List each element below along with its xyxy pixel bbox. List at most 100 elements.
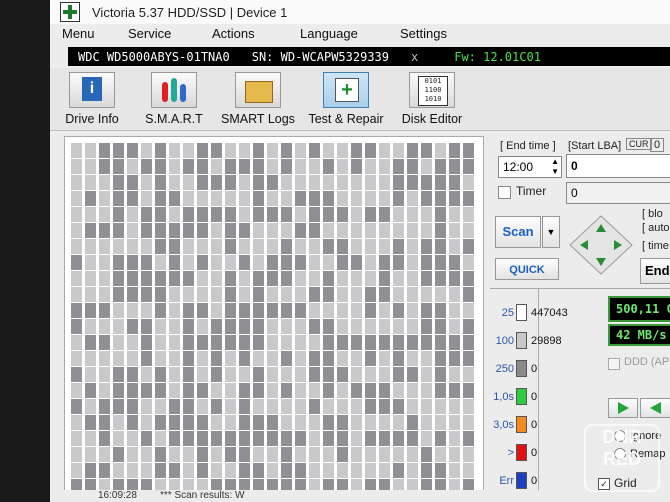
scan-button[interactable]: Scan <box>495 216 541 248</box>
scan-cell <box>113 351 124 366</box>
scan-cell <box>127 255 138 270</box>
scan-cell <box>267 239 278 254</box>
scan-cell <box>309 351 320 366</box>
legend-count: 29898 <box>531 334 562 347</box>
scan-dropdown[interactable]: ▼ <box>542 216 560 248</box>
scan-cell <box>351 383 362 398</box>
legend-swatch <box>516 444 527 461</box>
scan-cell <box>407 159 418 174</box>
scan-cell <box>323 415 334 430</box>
scan-cell <box>183 431 194 446</box>
scan-cell <box>127 431 138 446</box>
scan-cell <box>211 319 222 334</box>
scan-cell <box>113 271 124 286</box>
scan-cell <box>253 383 264 398</box>
smart-button[interactable]: S.M.A.R.T <box>142 72 206 126</box>
end-time-input[interactable]: 12:00 ▲ ▼ <box>498 156 562 178</box>
scan-cell <box>267 223 278 238</box>
scan-cell <box>421 367 432 382</box>
device-bar[interactable]: WDC WD5000ABYS-01TNA0 SN: WD-WCAPW532933… <box>68 47 670 66</box>
scan-cell <box>449 303 460 318</box>
quick-button[interactable]: QUICK <box>495 258 559 280</box>
scan-cell <box>351 367 362 382</box>
start-lba-input[interactable]: 0 <box>566 154 670 178</box>
scan-cell <box>113 175 124 190</box>
ddd-checkbox[interactable] <box>608 358 620 370</box>
timer-input[interactable]: 0 <box>566 182 670 204</box>
scan-cell <box>85 431 96 446</box>
scan-cell <box>225 415 236 430</box>
scan-cell <box>463 159 474 174</box>
scan-cell <box>407 255 418 270</box>
scan-cell <box>281 447 292 462</box>
scan-cell <box>449 207 460 222</box>
scan-cell <box>85 191 96 206</box>
scan-cell <box>211 447 222 462</box>
scan-cell <box>463 447 474 462</box>
scan-cell <box>85 287 96 302</box>
end-button[interactable]: End <box>640 258 670 284</box>
scan-cell <box>281 175 292 190</box>
play-button[interactable] <box>608 398 638 418</box>
scan-cell <box>225 175 236 190</box>
scan-cell <box>253 431 264 446</box>
menu-item-menu[interactable]: Menu <box>62 26 95 41</box>
scan-cell <box>211 415 222 430</box>
scan-cell <box>169 367 180 382</box>
back-button[interactable] <box>640 398 670 418</box>
scan-cell <box>127 319 138 334</box>
scan-cell <box>435 351 446 366</box>
menu-item-actions[interactable]: Actions <box>212 26 255 41</box>
menu-item-service[interactable]: Service <box>128 26 171 41</box>
scan-cell <box>71 287 82 302</box>
cur-button[interactable]: CUR <box>626 138 652 150</box>
scan-cell <box>379 271 390 286</box>
scan-cell <box>267 367 278 382</box>
scan-cell <box>281 143 292 158</box>
scan-cell <box>295 399 306 414</box>
scan-cell <box>393 319 404 334</box>
scan-cell <box>183 463 194 478</box>
scan-cell <box>337 191 348 206</box>
scan-cell <box>155 255 166 270</box>
scan-cell <box>169 447 180 462</box>
scan-cell <box>99 303 110 318</box>
menu-item-language[interactable]: Language <box>300 26 358 41</box>
drive-info-button[interactable]: Drive Info <box>64 72 120 126</box>
legend-swatch <box>516 304 527 321</box>
scan-cell <box>127 207 138 222</box>
capacity-display: 500,11 G <box>608 296 670 322</box>
scan-cell <box>281 415 292 430</box>
time-spinner-icon[interactable]: ▲ ▼ <box>551 157 559 177</box>
direction-pad[interactable] <box>568 214 634 276</box>
scan-cell <box>267 271 278 286</box>
scan-cell <box>183 239 194 254</box>
disk-editor-button[interactable]: Disk Editor <box>400 72 464 126</box>
scan-cell <box>141 159 152 174</box>
scan-cell <box>71 175 82 190</box>
scan-cell <box>407 367 418 382</box>
scan-cell <box>197 191 208 206</box>
scan-cell <box>253 239 264 254</box>
menu-item-settings[interactable]: Settings <box>400 26 447 41</box>
scan-cell <box>211 431 222 446</box>
scan-cell <box>365 287 376 302</box>
scan-cell <box>85 207 96 222</box>
smart-logs-button[interactable]: SMART Logs <box>220 72 296 126</box>
test-repair-button[interactable]: Test & Repair <box>306 72 386 126</box>
scan-cell <box>155 351 166 366</box>
scan-cell <box>169 335 180 350</box>
timer-checkbox[interactable] <box>498 186 511 199</box>
scan-cell <box>421 175 432 190</box>
scan-cell <box>407 207 418 222</box>
scan-cell <box>323 463 334 478</box>
scan-cell <box>421 351 432 366</box>
scan-cell <box>351 143 362 158</box>
scan-cell <box>435 159 446 174</box>
scan-cell <box>421 191 432 206</box>
scan-cell <box>407 319 418 334</box>
scan-cell <box>407 335 418 350</box>
device-close-button[interactable]: x <box>411 50 418 64</box>
scan-cell <box>365 191 376 206</box>
scan-cell <box>253 159 264 174</box>
